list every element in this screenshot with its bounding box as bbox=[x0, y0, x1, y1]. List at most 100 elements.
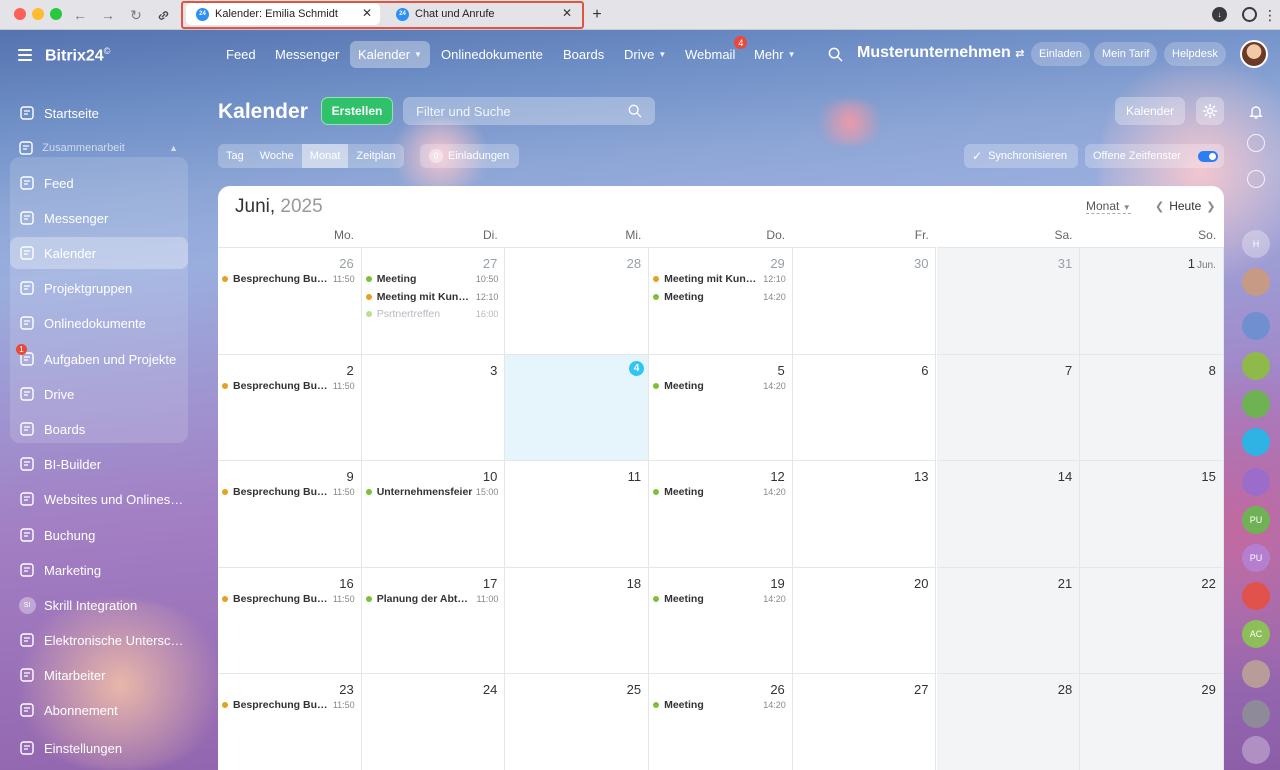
calendar-event[interactable]: Besprechung Buchhaltung11:50 bbox=[222, 378, 355, 394]
day-cell[interactable]: 3 bbox=[361, 353, 506, 460]
calendar-event[interactable]: Meeting 10:50 bbox=[365, 271, 498, 287]
maximize-window-button[interactable] bbox=[50, 8, 62, 20]
day-cell[interactable]: 26Besprechung Buchhaltung11:50 bbox=[218, 247, 362, 354]
gear-icon[interactable] bbox=[1196, 97, 1224, 125]
day-cell[interactable]: 10 Unternehmensfeier 15:00 bbox=[361, 460, 506, 567]
notification-bell-icon[interactable] bbox=[1242, 98, 1270, 126]
users-icon[interactable] bbox=[1242, 736, 1270, 764]
browser-tab-calendar[interactable]: 24 Kalender: Emilia Schmidt ✕ bbox=[186, 3, 380, 25]
day-cell[interactable]: 6 bbox=[792, 353, 937, 460]
view-monat[interactable]: Monat bbox=[301, 144, 349, 168]
contact-avatar[interactable]: H bbox=[1242, 230, 1270, 258]
day-cell[interactable]: 7 bbox=[936, 353, 1081, 460]
nav-onlinedokumente[interactable]: Onlinedokumente bbox=[433, 41, 551, 68]
chat-group-icon[interactable] bbox=[1242, 468, 1270, 496]
day-cell[interactable]: 18 bbox=[505, 566, 650, 673]
contact-avatar[interactable]: PU bbox=[1242, 506, 1270, 534]
more-menu-icon[interactable]: ⋮ bbox=[1260, 5, 1280, 25]
new-tab-button[interactable]: + bbox=[587, 5, 607, 25]
sidebar-item-drive[interactable]: Drive bbox=[10, 378, 188, 410]
forward-arrow-icon[interactable]: → bbox=[98, 5, 118, 25]
calendar-event[interactable]: Besprechung Buchhaltung11:50 bbox=[222, 591, 355, 607]
company-name[interactable]: Musterunternehmen ⇄ bbox=[857, 44, 1024, 62]
reload-icon[interactable]: ↻ bbox=[126, 5, 146, 25]
calendar-event[interactable]: Meeting mit Kunden 12:10 bbox=[365, 289, 498, 305]
calendar-event[interactable]: Besprechung Buchhaltung11:50 bbox=[222, 271, 355, 287]
day-cell[interactable]: 11 bbox=[505, 460, 650, 567]
back-arrow-icon[interactable]: ← bbox=[70, 5, 90, 25]
day-cell[interactable]: 16Besprechung Buchhaltung11:50 bbox=[218, 566, 362, 673]
group-chat-icon[interactable] bbox=[1242, 312, 1270, 340]
calendar-event[interactable]: Planung der Abteilung11:00 bbox=[365, 591, 498, 607]
day-cell[interactable]: 19 Meeting 14:20 bbox=[649, 566, 793, 673]
open-slots-control[interactable]: Offene Zeitfenster bbox=[1085, 144, 1224, 168]
contact-avatar-photo[interactable] bbox=[1242, 700, 1270, 728]
link-icon[interactable] bbox=[153, 5, 173, 25]
calendar-event[interactable]: Meeting mit Kunden 12:10 bbox=[653, 271, 786, 287]
view-zeitplan[interactable]: Zeitplan bbox=[348, 144, 403, 168]
calendar-event[interactable]: Meeting 14:20 bbox=[653, 697, 786, 713]
sidebar-item-abonnement[interactable]: Abonnement bbox=[10, 694, 188, 726]
day-cell[interactable]: 5 Meeting 14:20 bbox=[649, 353, 793, 460]
nav-kalender[interactable]: Kalender ▼ bbox=[350, 41, 430, 68]
search-icon[interactable] bbox=[828, 47, 844, 63]
history-clock-icon[interactable] bbox=[1242, 7, 1257, 22]
sidebar-item-mitarbeiter[interactable]: Mitarbeiter bbox=[10, 659, 188, 691]
contact-avatar[interactable]: AC bbox=[1242, 620, 1270, 648]
lock-chat-icon[interactable] bbox=[1242, 352, 1270, 380]
day-cell[interactable]: 27 bbox=[792, 673, 937, 770]
sidebar-item-startseite[interactable]: Startseite bbox=[10, 97, 188, 129]
sidebar-item-skrill[interactable]: SI Skrill Integration bbox=[10, 589, 188, 621]
calendar-settings-button[interactable]: Kalender bbox=[1115, 97, 1185, 125]
sidebar-item-kalender[interactable]: Kalender bbox=[10, 237, 188, 269]
create-button[interactable]: Erstellen bbox=[321, 97, 393, 125]
calendar-event[interactable]: Unternehmensfeier 15:00 bbox=[365, 484, 498, 500]
download-icon[interactable]: ↓ bbox=[1212, 7, 1227, 22]
open-slots-toggle[interactable] bbox=[1198, 151, 1218, 162]
browser-tab-chat[interactable]: 24 Chat und Anrufe ✕ bbox=[386, 3, 580, 25]
sidebar-item-marketing[interactable]: Marketing bbox=[10, 554, 188, 586]
day-cell[interactable]: 31 bbox=[936, 247, 1081, 354]
tariff-button[interactable]: Mein Tarif bbox=[1094, 42, 1158, 66]
day-cell[interactable]: 24 bbox=[361, 673, 506, 770]
day-cell[interactable]: 17Planung der Abteilung11:00 bbox=[361, 566, 506, 673]
day-cell[interactable]: 28 bbox=[936, 673, 1081, 770]
sidebar-item-messenger[interactable]: Messenger bbox=[10, 202, 188, 234]
sidebar-item-bi-builder[interactable]: BI-Builder bbox=[10, 448, 188, 480]
calendar-event[interactable]: Meeting 14:20 bbox=[653, 484, 786, 500]
sync-button[interactable]: ✓ Synchronisieren bbox=[964, 144, 1078, 168]
nav-drive[interactable]: Drive ▼ bbox=[616, 41, 674, 68]
day-cell[interactable]: 1 Jun. bbox=[1080, 247, 1224, 354]
day-cell[interactable]: 28 bbox=[505, 247, 650, 354]
day-cell[interactable]: 9Besprechung Buchhaltung11:50 bbox=[218, 460, 362, 567]
day-cell[interactable]: 21 bbox=[936, 566, 1081, 673]
filter-search[interactable] bbox=[403, 97, 655, 125]
calendar-event[interactable]: Meeting 14:20 bbox=[653, 591, 786, 607]
helpdesk-button[interactable]: Helpdesk bbox=[1164, 42, 1226, 66]
search-input[interactable] bbox=[403, 103, 623, 119]
sidebar-item-buchung[interactable]: Buchung bbox=[10, 519, 188, 551]
nav-messenger[interactable]: Messenger bbox=[267, 41, 347, 68]
day-cell[interactable]: 12 Meeting 14:20 bbox=[649, 460, 793, 567]
view-woche[interactable]: Woche bbox=[252, 144, 302, 168]
day-cell[interactable]: 8 bbox=[1080, 353, 1224, 460]
day-cell[interactable]: 26 Meeting 14:20 bbox=[649, 673, 793, 770]
message-chat-icon[interactable] bbox=[1242, 428, 1270, 456]
day-cell[interactable]: 4 bbox=[505, 353, 650, 460]
day-cell[interactable]: 14 bbox=[936, 460, 1081, 567]
calendar-event[interactable]: Besprechung Buchhaltung11:50 bbox=[222, 697, 355, 713]
copilot-icon[interactable] bbox=[1247, 134, 1265, 152]
view-selector-dropdown[interactable]: Monat ▼ bbox=[1086, 199, 1131, 214]
contact-avatar-photo[interactable] bbox=[1242, 268, 1270, 296]
invitations-button[interactable]: 0 Einladungen bbox=[420, 144, 519, 168]
day-cell[interactable]: 22 bbox=[1080, 566, 1224, 673]
nav-boards[interactable]: Boards bbox=[555, 41, 612, 68]
contact-avatar-photo[interactable] bbox=[1242, 660, 1270, 688]
day-cell[interactable]: 23Besprechung Buchhaltung11:50 bbox=[218, 673, 362, 770]
close-window-button[interactable] bbox=[14, 8, 26, 20]
task-chat-icon[interactable] bbox=[1242, 390, 1270, 418]
sidebar-item-onlinedokumente[interactable]: Onlinedokumente bbox=[10, 307, 188, 339]
invite-button[interactable]: Einladen bbox=[1031, 42, 1090, 66]
sidebar-item-projektgruppen[interactable]: Projektgruppen bbox=[10, 272, 188, 304]
day-cell[interactable]: 15 bbox=[1080, 460, 1224, 567]
